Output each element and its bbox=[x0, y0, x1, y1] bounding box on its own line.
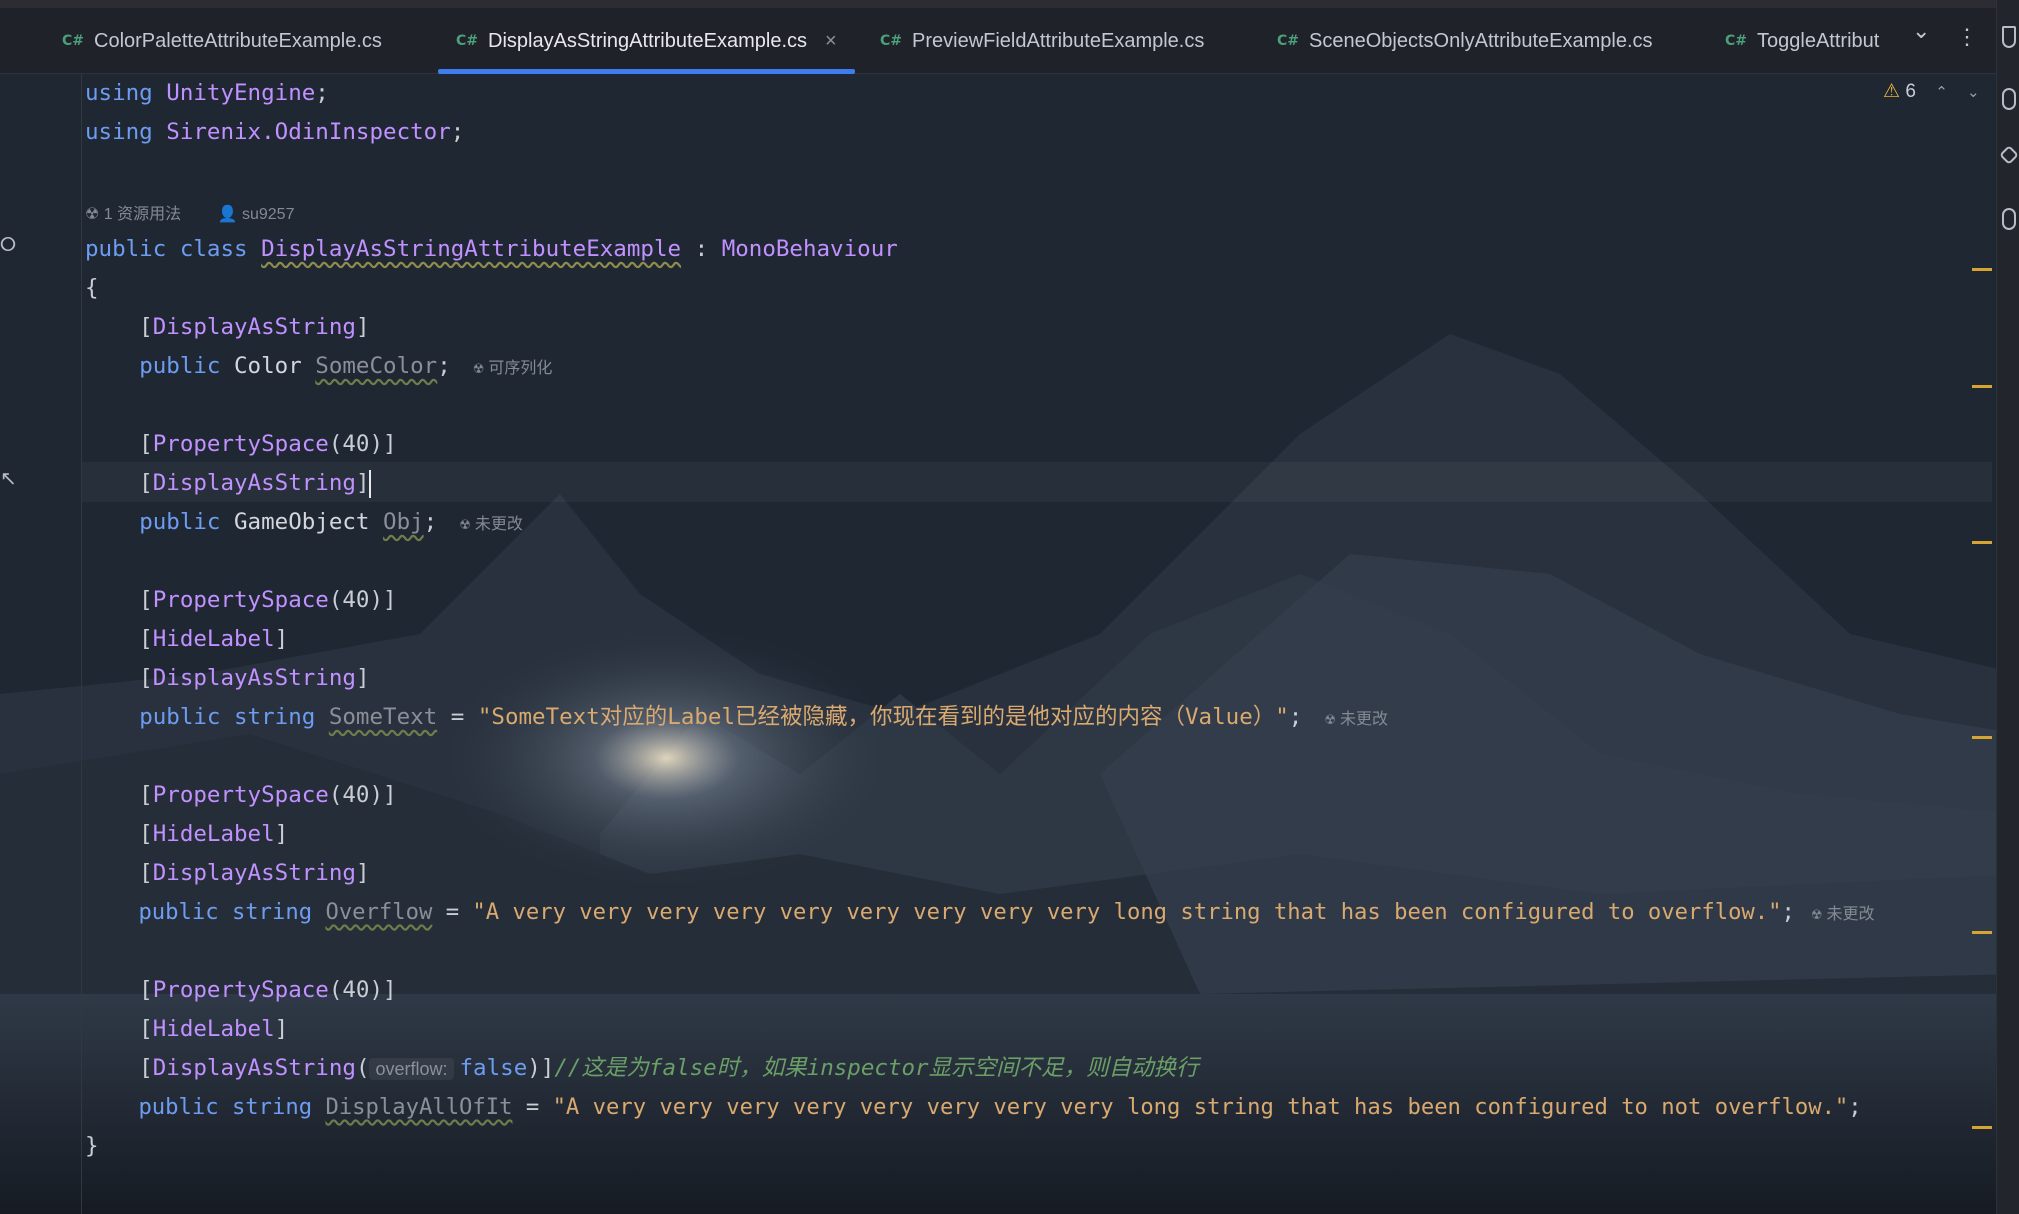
code-line-attr: [DisplayAsString] bbox=[85, 665, 370, 691]
code-line-attr-with-comment: [DisplayAsString(overflow: false)]//这是为fa… bbox=[85, 1055, 1199, 1081]
more-vertical-icon[interactable]: ⋮ bbox=[1956, 24, 1978, 50]
code-line-attr: [PropertySpace(40)] bbox=[85, 977, 397, 1003]
code-line-field: public GameObject Obj; ☢ 未更改 bbox=[139, 509, 523, 535]
parameter-hint: overflow: bbox=[369, 1058, 454, 1080]
code-line-attr-current: [DisplayAsString] bbox=[85, 469, 372, 498]
code-line-field: public string SomeText = "SomeText对应的Lab… bbox=[139, 704, 1389, 730]
scroll-marker[interactable] bbox=[1972, 736, 1992, 739]
tab-label: PreviewFieldAttributeExample.cs bbox=[912, 29, 1205, 52]
code-line-class: public class DisplayAsStringAttributeExa… bbox=[85, 236, 898, 262]
scroll-marker[interactable] bbox=[1972, 541, 1992, 544]
chevron-down-icon[interactable]: ⌄ bbox=[1912, 18, 1930, 44]
implements-icon[interactable]: ⭘ bbox=[0, 234, 16, 257]
code-line-2: using Sirenix.OdinInspector; bbox=[85, 119, 465, 145]
code-line-field: public string DisplayAllOfIt = "A very v… bbox=[138, 1094, 1862, 1120]
csharp-file-icon: C# bbox=[1725, 33, 1748, 49]
code-line-attr: [HideLabel] bbox=[85, 821, 289, 847]
code-line-field: public string Overflow = "A very very ve… bbox=[138, 899, 1875, 925]
warning-count: 6 bbox=[1905, 81, 1916, 102]
inspection-widget[interactable]: ⚠ 6 ⌃ ⌄ bbox=[1883, 80, 1980, 103]
notifications-icon[interactable] bbox=[2002, 26, 2016, 48]
author-lens[interactable]: 👤 su9257 bbox=[218, 206, 311, 223]
plugin-icon[interactable] bbox=[1999, 145, 2019, 165]
usages-lens[interactable]: ☢ 1 资源用法 bbox=[85, 206, 197, 223]
text-caret bbox=[369, 469, 372, 498]
code-line-field: public Color SomeColor; ☢ 可序列化 bbox=[139, 353, 553, 379]
code-comment: //这是为false时，如果inspector显示空间不足，则自动换行 bbox=[554, 1055, 1199, 1081]
chevron-down-icon[interactable]: ⌄ bbox=[1967, 84, 1980, 101]
editor-tab-bar: C# ColorPaletteAttributeExample.cs C# Di… bbox=[0, 0, 2019, 74]
scroll-marker[interactable] bbox=[1972, 385, 1992, 388]
code-line-attr: [PropertySpace(40)] bbox=[85, 782, 397, 808]
code-line-attr: [DisplayAsString] bbox=[85, 314, 370, 340]
csharp-file-icon: C# bbox=[456, 33, 479, 49]
tab-toggle-attribute-example[interactable]: C# ToggleAttribut bbox=[1725, 8, 1900, 74]
editor-gutter: ⭘ ↖ bbox=[0, 74, 82, 1214]
tab-scene-objects-only-example[interactable]: C# SceneObjectsOnlyAttributeExample.cs bbox=[1277, 8, 1653, 74]
csharp-file-icon: C# bbox=[1277, 33, 1300, 49]
scroll-marker[interactable] bbox=[1972, 1126, 1992, 1129]
csharp-file-icon: C# bbox=[880, 33, 903, 49]
tab-color-palette-example[interactable]: C# ColorPaletteAttributeExample.cs bbox=[62, 8, 382, 74]
database-icon[interactable] bbox=[2002, 88, 2016, 110]
csharp-file-icon: C# bbox=[62, 33, 85, 49]
code-line-brace-close: } bbox=[85, 1133, 99, 1159]
scroll-marker[interactable] bbox=[1972, 268, 1992, 271]
inlay-hint: ☢ 未更改 bbox=[1810, 906, 1875, 923]
warning-icon: ⚠ bbox=[1883, 81, 1901, 102]
tab-display-as-string-example[interactable]: C# DisplayAsStringAttributeExample.cs × bbox=[438, 8, 855, 74]
tab-label: ColorPaletteAttributeExample.cs bbox=[94, 29, 382, 52]
tab-label: SceneObjectsOnlyAttributeExample.cs bbox=[1309, 29, 1653, 52]
code-line-attr: [DisplayAsString] bbox=[85, 860, 370, 886]
right-tool-strip bbox=[1996, 0, 2019, 1214]
code-line-attr: [HideLabel] bbox=[85, 626, 289, 652]
code-line-attr: [PropertySpace(40)] bbox=[85, 587, 397, 613]
ai-assistant-icon[interactable] bbox=[2002, 208, 2016, 230]
close-icon[interactable]: × bbox=[825, 30, 837, 53]
tab-label: ToggleAttribut bbox=[1757, 29, 1880, 52]
inlay-hint: ☢ 可序列化 bbox=[472, 360, 553, 377]
chevron-up-icon[interactable]: ⌃ bbox=[1935, 84, 1948, 101]
inlay-hint: ☢ 未更改 bbox=[459, 516, 523, 533]
code-line-attr: [PropertySpace(40)] bbox=[85, 431, 397, 457]
code-lens[interactable]: ☢ 1 资源用法 👤 su9257 bbox=[85, 200, 326, 224]
cursor-pointer-icon: ↖ bbox=[0, 468, 17, 490]
code-line-brace-open: { bbox=[85, 275, 99, 301]
title-strip bbox=[0, 0, 2019, 8]
tab-label: DisplayAsStringAttributeExample.cs bbox=[488, 29, 808, 52]
code-line-attr: [HideLabel] bbox=[85, 1016, 289, 1042]
tab-preview-field-example[interactable]: C# PreviewFieldAttributeExample.cs bbox=[880, 8, 1204, 74]
scroll-marker[interactable] bbox=[1972, 931, 1992, 934]
code-line-1: using UnityEngine; bbox=[85, 80, 329, 106]
code-editor[interactable]: using UnityEngine; using Sirenix.OdinIns… bbox=[85, 74, 1990, 1214]
inlay-hint: ☢ 未更改 bbox=[1324, 711, 1389, 728]
